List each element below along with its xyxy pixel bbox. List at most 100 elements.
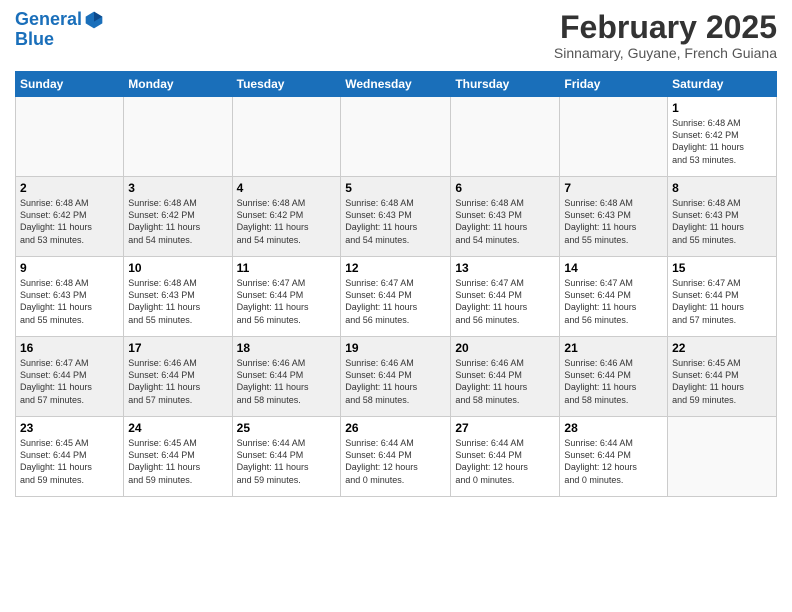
logo-text-line2: Blue (15, 30, 104, 50)
calendar-day-cell: 22 Sunrise: 6:45 AM Sunset: 6:44 PM Dayli… (668, 337, 777, 417)
day-info: Sunrise: 6:48 AM Sunset: 6:43 PM Dayligh… (345, 197, 446, 246)
day-info: Sunrise: 6:48 AM Sunset: 6:43 PM Dayligh… (128, 277, 227, 326)
day-number: 11 (237, 261, 337, 275)
logo-text-line1: General (15, 10, 82, 30)
day-info: Sunrise: 6:46 AM Sunset: 6:44 PM Dayligh… (237, 357, 337, 406)
day-number: 12 (345, 261, 446, 275)
calendar-week-row: 1 Sunrise: 6:48 AM Sunset: 6:42 PM Daylig… (16, 97, 777, 177)
calendar-day-cell: 11 Sunrise: 6:47 AM Sunset: 6:44 PM Dayli… (232, 257, 341, 337)
day-number: 18 (237, 341, 337, 355)
calendar-day-cell: 20Sunrise: 6:46 AM Sunset: 6:44 PM Dayli… (451, 337, 560, 417)
calendar-day-cell (16, 97, 124, 177)
day-info: Sunrise: 6:47 AM Sunset: 6:44 PM Dayligh… (237, 277, 337, 326)
day-info: Sunrise: 6:48 AM Sunset: 6:42 PM Dayligh… (672, 117, 772, 166)
day-info: Sunrise: 6:44 AM Sunset: 6:44 PM Dayligh… (345, 437, 446, 486)
calendar-week-row: 23 Sunrise: 6:45 AM Sunset: 6:44 PM Dayli… (16, 417, 777, 497)
calendar-title: February 2025 (554, 10, 777, 45)
day-info: Sunrise: 6:47 AM Sunset: 6:44 PM Dayligh… (564, 277, 663, 326)
day-number: 2 (20, 181, 119, 195)
calendar-day-cell: 27 Sunrise: 6:44 AM Sunset: 6:44 PM Dayli… (451, 417, 560, 497)
day-number: 8 (672, 181, 772, 195)
header-saturday: Saturday (668, 72, 777, 97)
day-number: 7 (564, 181, 663, 195)
calendar-day-cell (232, 97, 341, 177)
day-info: Sunrise: 6:47 AM Sunset: 6:44 PM Dayligh… (672, 277, 772, 326)
day-number: 20 (455, 341, 555, 355)
calendar-day-cell: 5 Sunrise: 6:48 AM Sunset: 6:43 PM Daylig… (341, 177, 451, 257)
day-info: Sunrise: 6:48 AM Sunset: 6:42 PM Dayligh… (20, 197, 119, 246)
calendar-day-cell: 23 Sunrise: 6:45 AM Sunset: 6:44 PM Dayli… (16, 417, 124, 497)
day-number: 25 (237, 421, 337, 435)
day-info: Sunrise: 6:48 AM Sunset: 6:43 PM Dayligh… (20, 277, 119, 326)
day-number: 4 (237, 181, 337, 195)
day-number: 6 (455, 181, 555, 195)
day-info: Sunrise: 6:47 AM Sunset: 6:44 PM Dayligh… (455, 277, 555, 326)
calendar-day-cell: 12Sunrise: 6:47 AM Sunset: 6:44 PM Dayli… (341, 257, 451, 337)
day-number: 13 (455, 261, 555, 275)
calendar-week-row: 2 Sunrise: 6:48 AM Sunset: 6:42 PM Daylig… (16, 177, 777, 257)
calendar-table: SundayMondayTuesdayWednesdayThursdayFrid… (15, 71, 777, 497)
calendar-day-cell: 6 Sunrise: 6:48 AM Sunset: 6:43 PM Daylig… (451, 177, 560, 257)
calendar-week-row: 9Sunrise: 6:48 AM Sunset: 6:43 PM Daylig… (16, 257, 777, 337)
day-number: 27 (455, 421, 555, 435)
calendar-day-cell: 26 Sunrise: 6:44 AM Sunset: 6:44 PM Dayli… (341, 417, 451, 497)
day-number: 24 (128, 421, 227, 435)
calendar-page: General Blue February 2025 Sinnamary, Gu… (0, 0, 792, 507)
day-number: 26 (345, 421, 446, 435)
day-number: 3 (128, 181, 227, 195)
calendar-day-cell: 28 Sunrise: 6:44 AM Sunset: 6:44 PM Dayli… (560, 417, 668, 497)
day-number: 23 (20, 421, 119, 435)
day-info: Sunrise: 6:46 AM Sunset: 6:44 PM Dayligh… (345, 357, 446, 406)
calendar-day-cell: 10 Sunrise: 6:48 AM Sunset: 6:43 PM Dayli… (124, 257, 232, 337)
calendar-day-cell (124, 97, 232, 177)
day-info: Sunrise: 6:48 AM Sunset: 6:43 PM Dayligh… (564, 197, 663, 246)
calendar-day-cell: 16 Sunrise: 6:47 AM Sunset: 6:44 PM Dayli… (16, 337, 124, 417)
calendar-header-row: SundayMondayTuesdayWednesdayThursdayFrid… (16, 72, 777, 97)
day-info: Sunrise: 6:45 AM Sunset: 6:44 PM Dayligh… (128, 437, 227, 486)
calendar-day-cell: 2 Sunrise: 6:48 AM Sunset: 6:42 PM Daylig… (16, 177, 124, 257)
title-section: February 2025 Sinnamary, Guyane, French … (554, 10, 777, 61)
calendar-day-cell: 13 Sunrise: 6:47 AM Sunset: 6:44 PM Dayli… (451, 257, 560, 337)
calendar-day-cell (451, 97, 560, 177)
calendar-subtitle: Sinnamary, Guyane, French Guiana (554, 45, 777, 61)
calendar-day-cell: 1 Sunrise: 6:48 AM Sunset: 6:42 PM Daylig… (668, 97, 777, 177)
header-sunday: Sunday (16, 72, 124, 97)
day-number: 17 (128, 341, 227, 355)
calendar-day-cell (560, 97, 668, 177)
calendar-week-row: 16 Sunrise: 6:47 AM Sunset: 6:44 PM Dayli… (16, 337, 777, 417)
day-number: 22 (672, 341, 772, 355)
day-number: 5 (345, 181, 446, 195)
calendar-day-cell: 4 Sunrise: 6:48 AM Sunset: 6:42 PM Daylig… (232, 177, 341, 257)
day-number: 10 (128, 261, 227, 275)
day-info: Sunrise: 6:44 AM Sunset: 6:44 PM Dayligh… (564, 437, 663, 486)
calendar-day-cell: 9Sunrise: 6:48 AM Sunset: 6:43 PM Daylig… (16, 257, 124, 337)
calendar-day-cell: 17 Sunrise: 6:46 AM Sunset: 6:44 PM Dayli… (124, 337, 232, 417)
calendar-day-cell (341, 97, 451, 177)
calendar-day-cell (668, 417, 777, 497)
day-info: Sunrise: 6:46 AM Sunset: 6:44 PM Dayligh… (128, 357, 227, 406)
header-monday: Monday (124, 72, 232, 97)
calendar-day-cell: 7 Sunrise: 6:48 AM Sunset: 6:43 PM Daylig… (560, 177, 668, 257)
day-number: 28 (564, 421, 663, 435)
day-info: Sunrise: 6:48 AM Sunset: 6:43 PM Dayligh… (455, 197, 555, 246)
day-info: Sunrise: 6:47 AM Sunset: 6:44 PM Dayligh… (20, 357, 119, 406)
calendar-day-cell: 19 Sunrise: 6:46 AM Sunset: 6:44 PM Dayli… (341, 337, 451, 417)
calendar-day-cell: 21Sunrise: 6:46 AM Sunset: 6:44 PM Dayli… (560, 337, 668, 417)
calendar-day-cell: 14Sunrise: 6:47 AM Sunset: 6:44 PM Dayli… (560, 257, 668, 337)
day-number: 15 (672, 261, 772, 275)
day-info: Sunrise: 6:44 AM Sunset: 6:44 PM Dayligh… (455, 437, 555, 486)
day-info: Sunrise: 6:45 AM Sunset: 6:44 PM Dayligh… (672, 357, 772, 406)
day-number: 16 (20, 341, 119, 355)
logo: General Blue (15, 10, 104, 50)
header-friday: Friday (560, 72, 668, 97)
header-thursday: Thursday (451, 72, 560, 97)
calendar-day-cell: 25Sunrise: 6:44 AM Sunset: 6:44 PM Dayli… (232, 417, 341, 497)
day-number: 1 (672, 101, 772, 115)
logo-icon (84, 10, 104, 30)
day-info: Sunrise: 6:48 AM Sunset: 6:42 PM Dayligh… (128, 197, 227, 246)
day-info: Sunrise: 6:46 AM Sunset: 6:44 PM Dayligh… (564, 357, 663, 406)
calendar-day-cell: 24 Sunrise: 6:45 AM Sunset: 6:44 PM Dayli… (124, 417, 232, 497)
day-info: Sunrise: 6:45 AM Sunset: 6:44 PM Dayligh… (20, 437, 119, 486)
day-number: 19 (345, 341, 446, 355)
day-info: Sunrise: 6:48 AM Sunset: 6:42 PM Dayligh… (237, 197, 337, 246)
